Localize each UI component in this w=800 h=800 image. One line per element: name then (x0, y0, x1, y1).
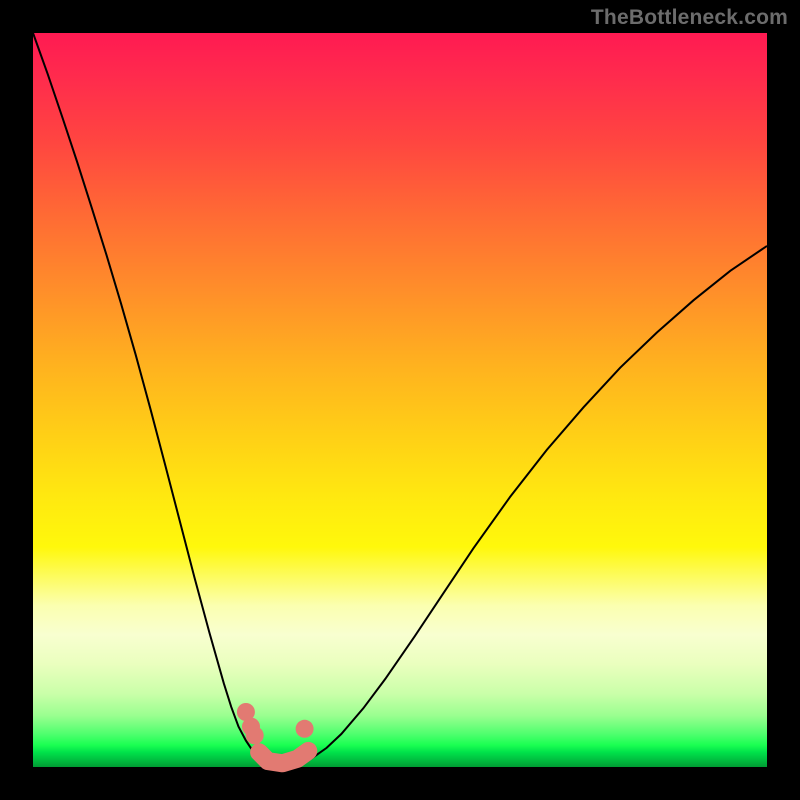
chart-frame: TheBottleneck.com (0, 0, 800, 800)
marker-dot (246, 726, 264, 744)
chart-svg (33, 33, 767, 767)
marker-thick-segment (259, 751, 308, 763)
right-curve (283, 246, 767, 767)
marker-cluster (237, 703, 314, 763)
marker-dot (296, 720, 314, 738)
watermark-text: TheBottleneck.com (591, 6, 788, 30)
left-curve (33, 33, 283, 767)
plot-area (33, 33, 767, 767)
